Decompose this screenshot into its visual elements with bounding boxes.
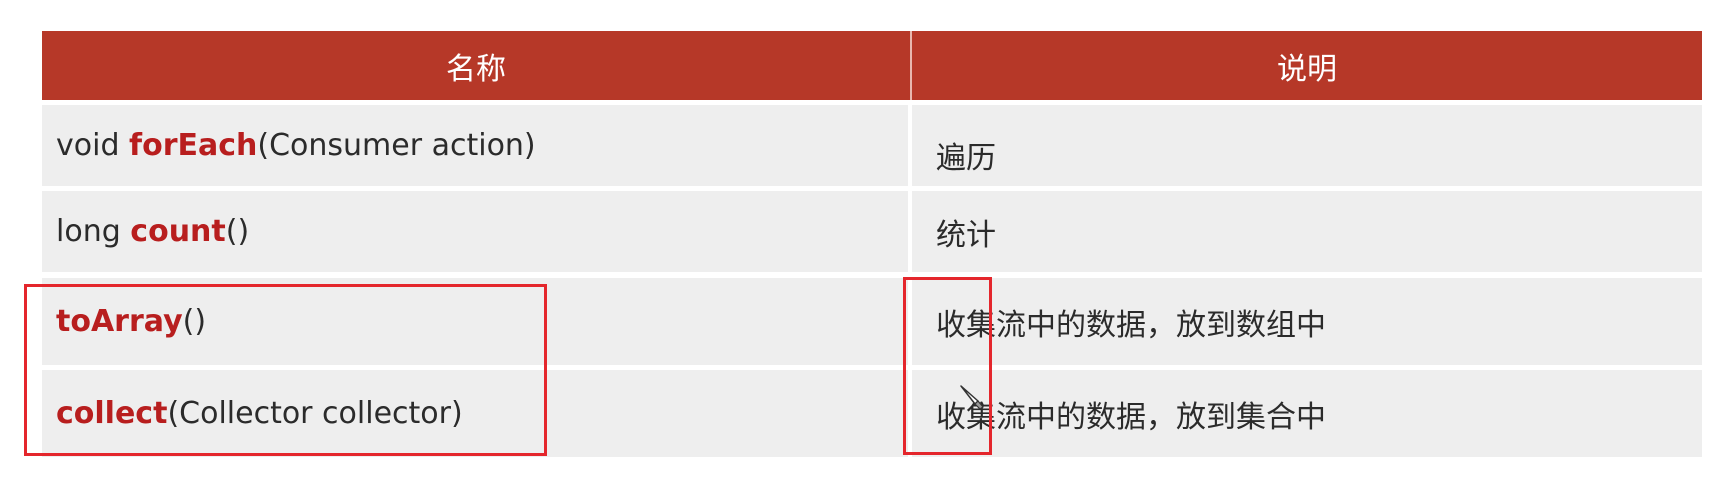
method-params: (): [225, 214, 250, 249]
method-description: 收集流中的数据，放到集合中: [912, 370, 1702, 457]
method-signature: long count(): [42, 191, 912, 272]
return-type: long: [56, 214, 131, 249]
header-description: 说明: [912, 31, 1702, 100]
method-signature: void forEach (Consumer action): [42, 105, 912, 186]
methods-table: 名称 说明 void forEach (Consumer action) 遍历 l…: [42, 31, 1702, 457]
table-row: void forEach (Consumer action) 遍历: [42, 100, 1702, 186]
method-description: 统计: [912, 191, 1702, 272]
return-type: void: [56, 128, 130, 163]
method-signature: collect (Collector collector): [42, 370, 912, 457]
method-description: 收集流中的数据，放到数组中: [912, 278, 1702, 365]
method-params: (): [182, 304, 207, 339]
method-name: count: [130, 214, 226, 249]
method-params: (Collector collector): [167, 396, 463, 431]
table-row: toArray() 收集流中的数据，放到数组中: [42, 272, 1702, 365]
pen-cursor-icon: [960, 385, 984, 410]
method-params: (Consumer action): [257, 128, 536, 163]
method-name: toArray: [56, 304, 183, 339]
table-row: long count() 统计: [42, 186, 1702, 272]
table-header-row: 名称 说明: [42, 31, 1702, 100]
method-description: 遍历: [912, 105, 1702, 186]
header-name: 名称: [42, 31, 912, 100]
method-name: collect: [56, 396, 168, 431]
method-name: forEach: [129, 128, 258, 163]
method-signature: toArray(): [42, 278, 912, 365]
table-row: collect (Collector collector) 收集流中的数据，放到集…: [42, 365, 1702, 457]
